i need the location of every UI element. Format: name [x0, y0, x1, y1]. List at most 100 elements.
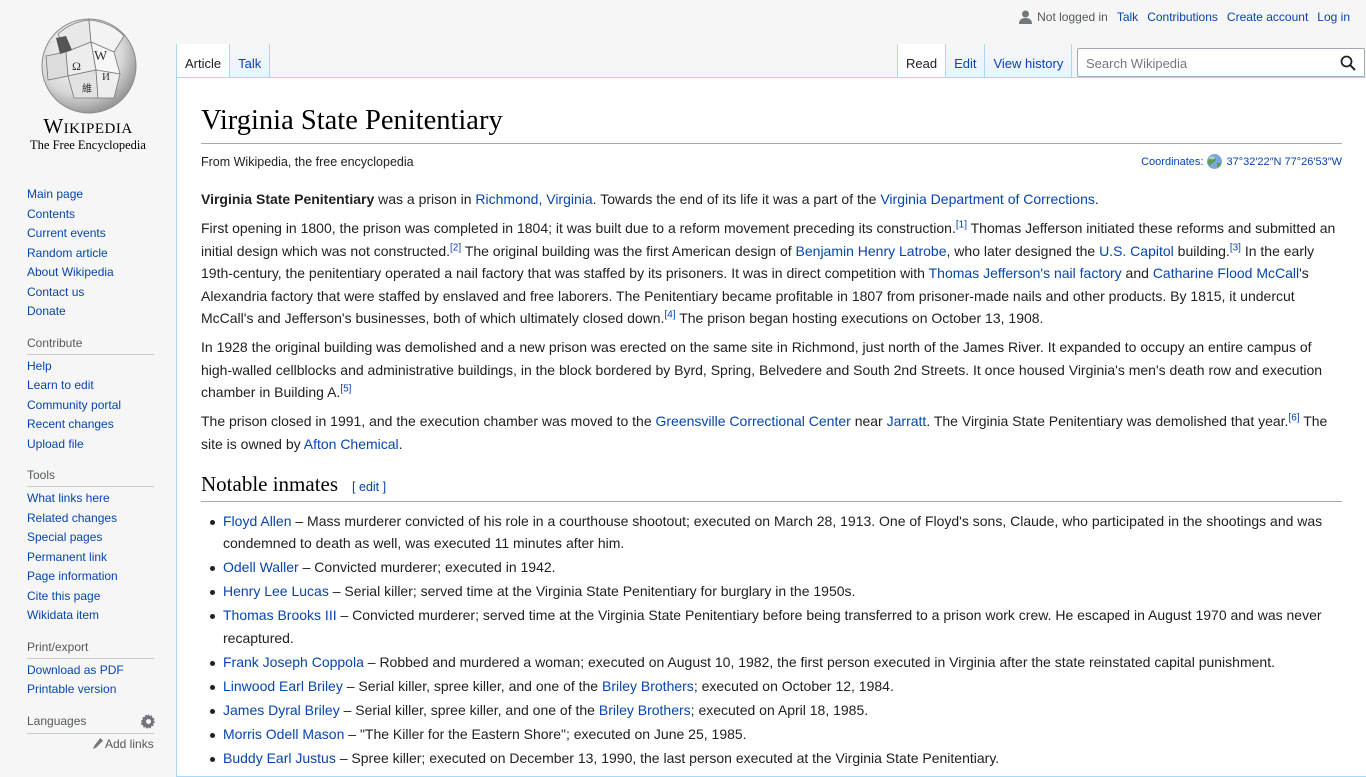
- citation-ref[interactable]: [5]: [340, 383, 351, 394]
- view-tabs: Read Edit View history: [897, 44, 1073, 78]
- sidebar-link-current-events[interactable]: Current events: [27, 226, 106, 240]
- sidebar-link-page-information[interactable]: Page information: [27, 569, 118, 583]
- text-run: The prison began hosting executions on O…: [675, 310, 1044, 327]
- sidebar-link-what-links-here[interactable]: What links here: [27, 491, 110, 505]
- wiki-link-frank-joseph-coppola[interactable]: Frank Joseph Coppola: [223, 654, 364, 670]
- tab-talk[interactable]: Talk: [230, 44, 271, 78]
- gear-icon[interactable]: [141, 713, 156, 729]
- sidebar-link-contents[interactable]: Contents: [27, 207, 75, 221]
- citation-ref[interactable]: [3]: [1230, 242, 1241, 253]
- add-links-link[interactable]: Add links: [27, 737, 176, 751]
- sidebar-item-current-events[interactable]: Current events: [27, 224, 176, 244]
- sidebar-item-upload-file[interactable]: Upload file: [27, 435, 176, 455]
- edit-section-link[interactable]: [ edit ]: [352, 476, 386, 499]
- svg-text:維: 維: [82, 82, 92, 95]
- wiki-link-benjamin-henry-latrobe[interactable]: Benjamin Henry Latrobe: [796, 243, 947, 259]
- sidebar-item-community-portal[interactable]: Community portal: [27, 396, 176, 416]
- wiki-link-richmond-virginia[interactable]: Richmond, Virginia: [475, 191, 592, 207]
- wiki-link-u-s-capitol[interactable]: U.S. Capitol: [1099, 243, 1174, 259]
- sidebar-item-page-information[interactable]: Page information: [27, 567, 176, 587]
- tab-read[interactable]: Read: [897, 44, 947, 78]
- wikipedia-logo[interactable]: W Ω И 維 Wikipedia The Free Encyclopedia: [0, 0, 176, 160]
- sidebar-item-learn-to-edit[interactable]: Learn to edit: [27, 376, 176, 396]
- sidebar-item-permanent-link[interactable]: Permanent link: [27, 548, 176, 568]
- wiki-link-afton-chemical[interactable]: Afton Chemical: [304, 436, 399, 452]
- wiki-link-jarratt[interactable]: Jarratt: [887, 413, 927, 429]
- wiki-link-floyd-allen[interactable]: Floyd Allen: [223, 513, 291, 529]
- globe-icon: [1207, 154, 1223, 170]
- sidebar-link-help[interactable]: Help: [27, 359, 52, 373]
- wiki-link-greensville-correctional-center[interactable]: Greensville Correctional Center: [656, 413, 851, 429]
- sidebar-link-download-as-pdf[interactable]: Download as PDF: [27, 663, 124, 677]
- wiki-link-briley-brothers[interactable]: Briley Brothers: [599, 702, 691, 718]
- citation-ref[interactable]: [1]: [956, 219, 967, 230]
- languages-label: Languages: [27, 714, 87, 728]
- wiki-link-linwood-earl-briley[interactable]: Linwood Earl Briley: [223, 678, 343, 694]
- sidebar-item-printable-version[interactable]: Printable version: [27, 680, 176, 700]
- sidebar-link-contact-us[interactable]: Contact us: [27, 285, 84, 299]
- sidebar-item-recent-changes[interactable]: Recent changes: [27, 415, 176, 435]
- text-run: The original building was the first Amer…: [461, 242, 796, 259]
- edit-section-label[interactable]: [ edit ]: [352, 480, 386, 494]
- wiki-link-thomas-jefferson-s-nail-factory[interactable]: Thomas Jefferson's nail factory: [929, 265, 1122, 281]
- wiki-link-henry-lee-lucas[interactable]: Henry Lee Lucas: [223, 583, 329, 599]
- tab-view-history[interactable]: View history: [985, 44, 1073, 78]
- sidebar-item-contact-us[interactable]: Contact us: [27, 283, 176, 303]
- sidebar-item-cite-this-page[interactable]: Cite this page: [27, 587, 176, 607]
- text-run: – Serial killer, spree killer, and one o…: [342, 677, 602, 694]
- sidebar-link-about-wikipedia[interactable]: About Wikipedia: [27, 265, 114, 279]
- sidebar-item-related-changes[interactable]: Related changes: [27, 509, 176, 529]
- wiki-link-odell-waller[interactable]: Odell Waller: [223, 559, 299, 575]
- sidebar-item-what-links-here[interactable]: What links here: [27, 489, 176, 509]
- sidebar-item-about-wikipedia[interactable]: About Wikipedia: [27, 263, 176, 283]
- print-portal: Print/export Download as PDF Printable ve…: [0, 640, 176, 700]
- user-icon: [1019, 10, 1033, 24]
- namespace-tabs: Article Talk: [176, 44, 271, 78]
- wiki-link-briley-brothers[interactable]: Briley Brothers: [602, 678, 694, 694]
- article-body: Virginia State Penitentiary was a prison…: [201, 188, 1342, 769]
- wiki-link-buddy-earl-justus[interactable]: Buddy Earl Justus: [223, 750, 336, 766]
- wiki-link-morris-odell-mason[interactable]: Morris Odell Mason: [223, 726, 344, 742]
- sidebar-item-random-article[interactable]: Random article: [27, 244, 176, 264]
- wiki-link-catharine-flood-mccall[interactable]: Catharine Flood McCall: [1153, 265, 1299, 281]
- sidebar-link-random-article[interactable]: Random article: [27, 246, 108, 260]
- text-run: and: [1121, 265, 1153, 282]
- search-input[interactable]: [1084, 53, 1324, 73]
- tab-article[interactable]: Article: [176, 44, 231, 78]
- login-link[interactable]: Log in: [1317, 10, 1350, 24]
- sidebar-link-community-portal[interactable]: Community portal: [27, 398, 121, 412]
- sidebar-item-main-page[interactable]: Main page: [27, 185, 176, 205]
- coordinates[interactable]: Coordinates: 37°32′22″N 77°26′53″W: [1141, 153, 1342, 170]
- wiki-link-virginia-department-of-corrections[interactable]: Virginia Department of Corrections: [880, 191, 1095, 207]
- talk-link[interactable]: Talk: [1117, 10, 1138, 24]
- sidebar-link-related-changes[interactable]: Related changes: [27, 511, 117, 525]
- contributions-link[interactable]: Contributions: [1147, 10, 1218, 24]
- sidebar-link-special-pages[interactable]: Special pages: [27, 530, 102, 544]
- sidebar-link-wikidata-item[interactable]: Wikidata item: [27, 608, 99, 622]
- sidebar-link-cite-this-page[interactable]: Cite this page: [27, 589, 100, 603]
- sidebar-link-permanent-link[interactable]: Permanent link: [27, 550, 107, 564]
- sidebar-item-help[interactable]: Help: [27, 357, 176, 377]
- tab-edit[interactable]: Edit: [946, 44, 986, 78]
- wiki-link-thomas-brooks-iii[interactable]: Thomas Brooks III: [223, 607, 337, 623]
- sidebar-item-wikidata-item[interactable]: Wikidata item: [27, 606, 176, 626]
- sidebar-link-printable-version[interactable]: Printable version: [27, 682, 116, 696]
- citation-ref[interactable]: [2]: [450, 242, 461, 253]
- text-run: , who later designed the: [946, 242, 1100, 259]
- sidebar-link-recent-changes[interactable]: Recent changes: [27, 417, 114, 431]
- list-item: Odell Waller – Convicted murderer; execu…: [210, 556, 1342, 579]
- sidebar-item-special-pages[interactable]: Special pages: [27, 528, 176, 548]
- sidebar-link-main-page[interactable]: Main page: [27, 187, 83, 201]
- wiki-link-james-dyral-briley[interactable]: James Dyral Briley: [223, 702, 340, 718]
- list-item: Morris Odell Mason – "The Killer for the…: [210, 723, 1342, 746]
- search-icon[interactable]: [1340, 55, 1356, 71]
- sidebar-item-download-as-pdf[interactable]: Download as PDF: [27, 661, 176, 681]
- sidebar-item-donate[interactable]: Donate: [27, 302, 176, 322]
- sidebar-link-donate[interactable]: Donate: [27, 304, 66, 318]
- citation-ref[interactable]: [4]: [664, 309, 675, 320]
- citation-ref[interactable]: [6]: [1288, 412, 1299, 423]
- sidebar-item-contents[interactable]: Contents: [27, 205, 176, 225]
- sidebar-link-learn-to-edit[interactable]: Learn to edit: [27, 378, 94, 392]
- create-account-link[interactable]: Create account: [1227, 10, 1308, 24]
- sidebar-link-upload-file[interactable]: Upload file: [27, 437, 84, 451]
